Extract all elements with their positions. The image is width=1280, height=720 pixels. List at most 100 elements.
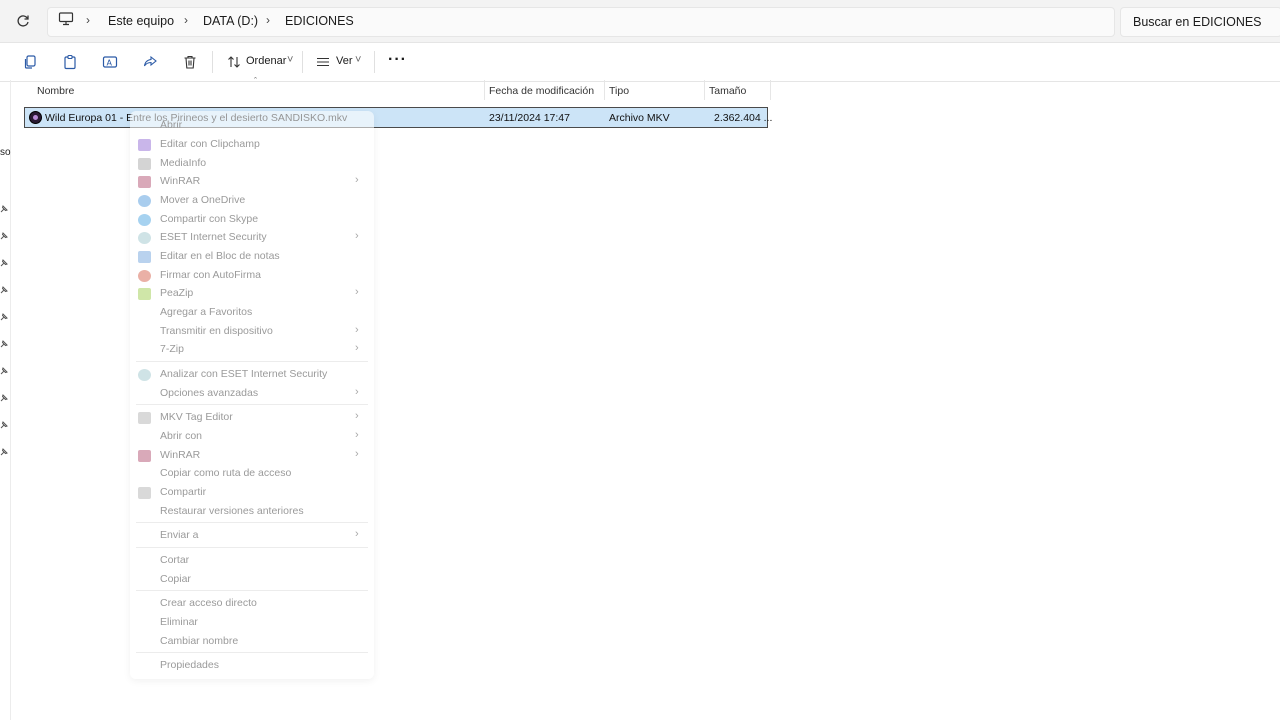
menu-separator — [136, 547, 368, 548]
clipchamp-icon — [138, 139, 151, 151]
paste-icon[interactable] — [59, 51, 81, 73]
context-menu-item-label: Enviar a — [160, 529, 199, 541]
menu-separator — [136, 590, 368, 591]
context-menu-item-label: Mover a OneDrive — [160, 194, 246, 206]
chevron-down-icon[interactable]: ˅ — [287, 54, 293, 66]
context-menu-item-label: WinRAR — [160, 449, 201, 461]
context-menu-item-label: Opciones avanzadas — [160, 387, 259, 399]
eset-icon — [138, 369, 151, 381]
chevron-right-icon: › — [355, 286, 359, 298]
share-icon[interactable] — [139, 51, 161, 73]
column-header-name[interactable]: Nombre — [37, 85, 74, 97]
context-menu-item[interactable]: Agregar a Favoritos — [130, 304, 374, 322]
context-menu-item[interactable]: Copiar como ruta de acceso — [130, 465, 374, 483]
context-menu-item-label: ESET Internet Security — [160, 231, 267, 243]
context-menu-item-label: Restaurar versiones anteriores — [160, 505, 304, 517]
autofirma-icon — [138, 270, 151, 282]
computer-icon[interactable] — [58, 12, 74, 26]
context-menu-item[interactable]: ESET Internet Security › — [130, 229, 374, 247]
breadcrumb-ediciones[interactable]: EDICIONES — [285, 14, 354, 28]
context-menu-item[interactable]: Editar con Clipchamp — [130, 136, 374, 154]
chevron-right-icon: › — [355, 342, 359, 354]
chevron-right-icon: › — [355, 448, 359, 460]
context-menu-item-label: PeaZip — [160, 287, 194, 299]
context-menu-item[interactable]: Restaurar versiones anteriores — [130, 503, 374, 521]
menu-separator — [136, 652, 368, 653]
chevron-down-icon[interactable]: ˅ — [355, 54, 361, 66]
context-menu-item-label: Eliminar — [160, 616, 198, 628]
context-menu-item[interactable]: 7-Zip › — [130, 341, 374, 359]
context-menu-item-label: Copiar — [160, 573, 191, 585]
context-menu-item-label: Analizar con ESET Internet Security — [160, 368, 328, 380]
nav-item-partial[interactable]: so — [0, 147, 11, 158]
chevron-right-icon: › — [86, 13, 90, 27]
sort-icon[interactable] — [223, 51, 245, 73]
context-menu-item[interactable]: Cortar — [130, 552, 374, 570]
view-button-label[interactable]: Ver — [336, 55, 353, 67]
context-menu-item[interactable]: WinRAR › — [130, 447, 374, 465]
context-menu-item-label: 7-Zip — [160, 343, 184, 355]
mkv-file-icon — [29, 111, 42, 124]
copy-icon[interactable] — [19, 51, 41, 73]
chevron-right-icon: › — [355, 324, 359, 336]
context-menu-item[interactable]: Abrir — [130, 117, 374, 135]
context-menu-item[interactable]: Opciones avanzadas › — [130, 385, 374, 403]
context-menu-item[interactable]: Enviar a › — [130, 527, 374, 545]
pin-icon — [0, 227, 8, 240]
sort-up-icon: ˆ — [254, 76, 257, 86]
context-menu-item-label: Editar con Clipchamp — [160, 138, 260, 150]
context-menu-item[interactable]: MKV Tag Editor › — [130, 409, 374, 427]
context-menu-item[interactable]: Compartir — [130, 484, 374, 502]
column-header-date[interactable]: Fecha de modificación — [489, 85, 594, 97]
rename-icon[interactable]: A — [99, 51, 121, 73]
context-menu-item-label: WinRAR — [160, 175, 201, 187]
context-menu-item-label: MKV Tag Editor — [160, 411, 233, 423]
column-header-size[interactable]: Tamaño — [709, 85, 746, 97]
context-menu-item[interactable]: PeaZip › — [130, 285, 374, 303]
chevron-right-icon: › — [355, 230, 359, 242]
context-menu-item[interactable]: Mover a OneDrive — [130, 192, 374, 210]
context-menu-item[interactable]: Crear acceso directo — [130, 595, 374, 613]
context-menu-item[interactable]: Analizar con ESET Internet Security — [130, 366, 374, 384]
share-icon — [138, 487, 151, 499]
context-menu-item[interactable]: Firmar con AutoFirma — [130, 267, 374, 285]
sort-button-label[interactable]: Ordenar — [246, 55, 286, 67]
pin-icon — [0, 281, 8, 294]
context-menu-item[interactable]: Compartir con Skype — [130, 211, 374, 229]
context-menu-item-label: Propiedades — [160, 659, 219, 671]
menu-separator — [136, 522, 368, 523]
pin-icon — [0, 416, 8, 429]
address-bar-area: › Este equipo › DATA (D:) › EDICIONES Bu… — [0, 0, 1280, 42]
pin-icon — [0, 443, 8, 456]
pin-icon — [0, 362, 8, 375]
context-menu-item-label: Cortar — [160, 554, 190, 566]
context-menu-item[interactable]: Cambiar nombre — [130, 633, 374, 651]
command-bar: A Ordenar ˅ Ver ˅ ··· — [0, 42, 1280, 82]
context-menu-item[interactable]: Copiar — [130, 571, 374, 589]
breadcrumb-este-equipo[interactable]: Este equipo — [108, 14, 174, 28]
tag-icon — [138, 412, 151, 424]
refresh-icon[interactable] — [13, 11, 33, 31]
context-menu-item[interactable]: WinRAR › — [130, 173, 374, 191]
more-options-icon[interactable]: ··· — [388, 51, 407, 69]
menu-separator — [136, 361, 368, 362]
column-header-type[interactable]: Tipo — [609, 85, 629, 97]
pin-icon — [0, 308, 8, 321]
context-menu-item[interactable]: Editar en el Bloc de notas — [130, 248, 374, 266]
context-menu-item[interactable]: MediaInfo — [130, 155, 374, 173]
context-menu-item-label: Abrir con — [160, 430, 203, 442]
delete-icon[interactable] — [179, 51, 201, 73]
context-menu-item[interactable]: Transmitir en dispositivo › — [130, 323, 374, 341]
view-icon[interactable] — [312, 51, 334, 73]
context-menu-item-label: Agregar a Favoritos — [160, 306, 253, 318]
search-placeholder: Buscar en EDICIONES — [1133, 15, 1262, 29]
search-input[interactable]: Buscar en EDICIONES — [1120, 7, 1280, 37]
pin-icon — [0, 254, 8, 267]
context-menu-item-label: Editar en el Bloc de notas — [160, 250, 280, 262]
context-menu-item[interactable]: Eliminar — [130, 614, 374, 632]
context-menu-item[interactable]: Abrir con › — [130, 428, 374, 446]
notepad-icon — [138, 251, 151, 263]
context-menu-item-label: Cambiar nombre — [160, 635, 239, 647]
context-menu-item[interactable]: Propiedades — [130, 657, 374, 675]
breadcrumb-data-drive[interactable]: DATA (D:) — [203, 14, 258, 28]
